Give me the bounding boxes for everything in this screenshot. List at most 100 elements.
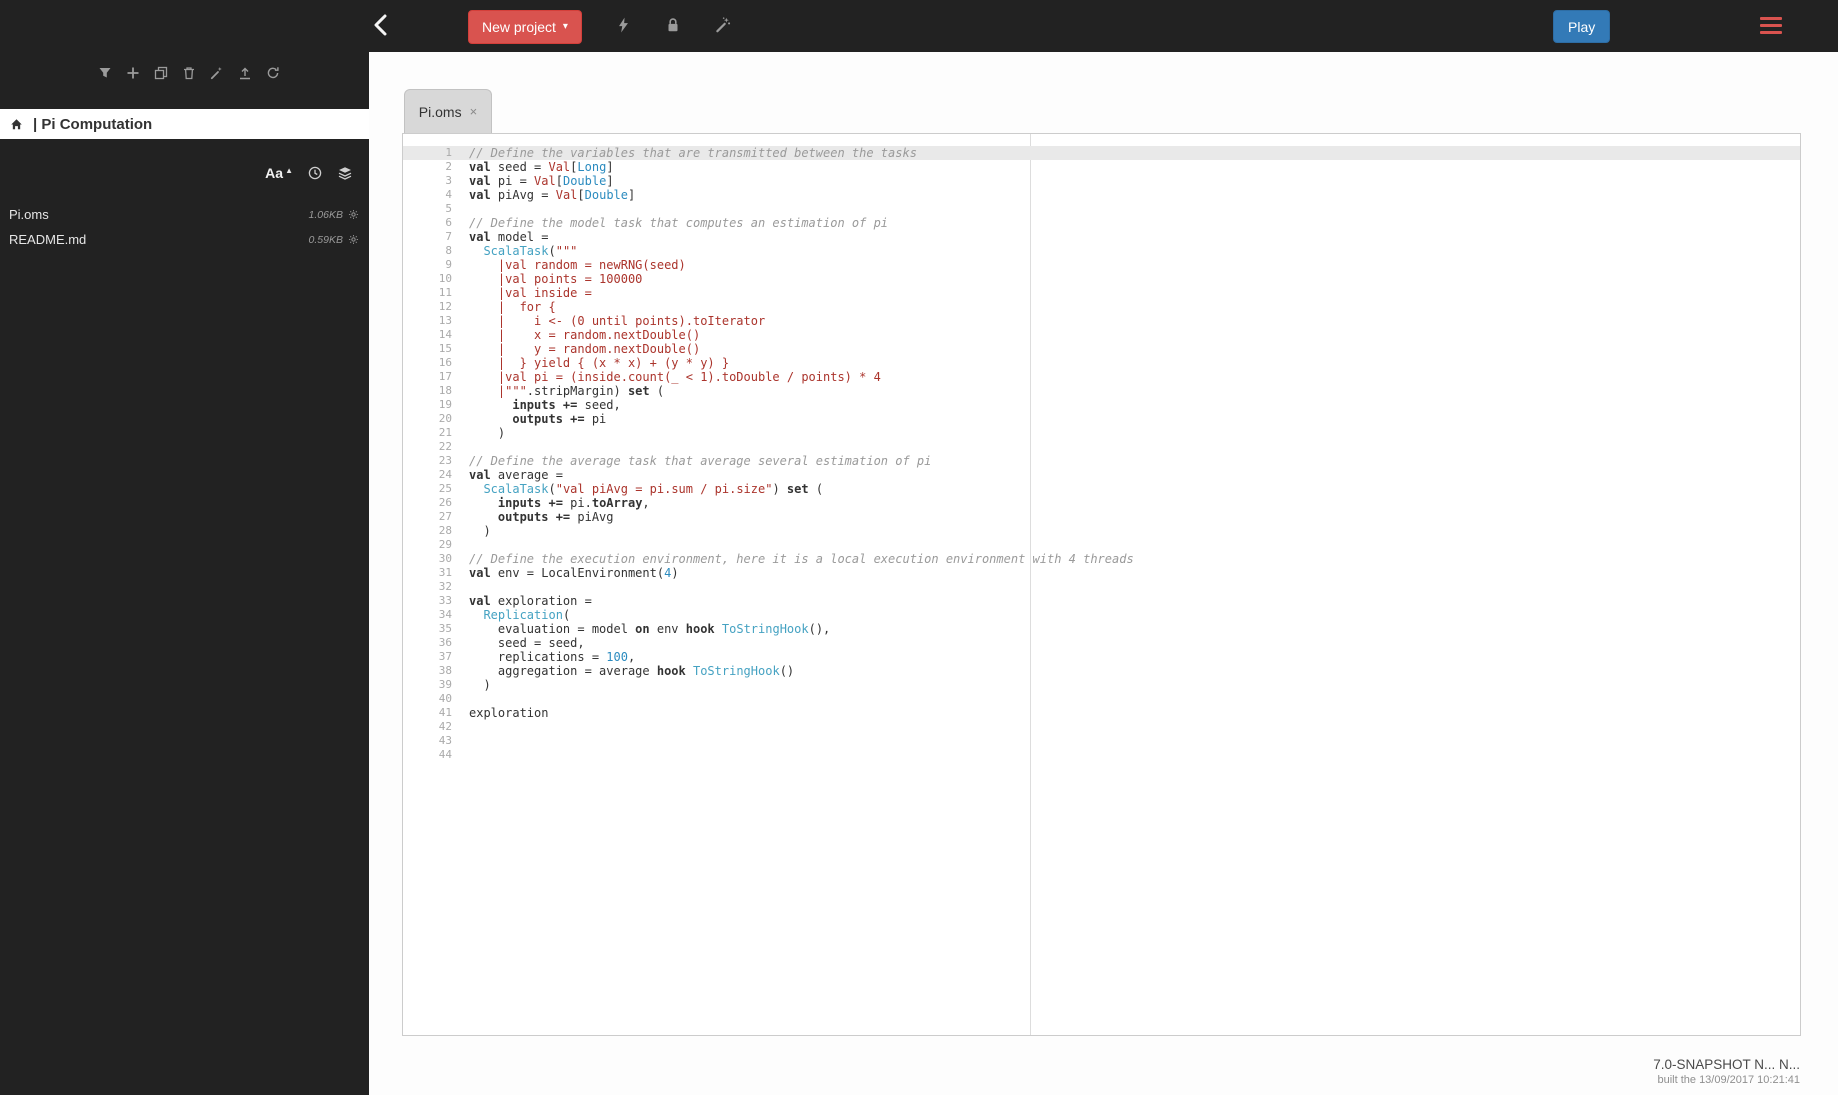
code-line[interactable]: 8 ScalaTask(""" bbox=[403, 244, 1800, 258]
upload-icon[interactable] bbox=[236, 64, 253, 81]
code-line[interactable]: 39 ) bbox=[403, 678, 1800, 692]
play-button[interactable]: Play bbox=[1553, 10, 1611, 43]
line-number: 24 bbox=[438, 468, 452, 481]
code-line[interactable]: 22 bbox=[403, 440, 1800, 454]
code-text: val env = LocalEnvironment(4) bbox=[469, 566, 679, 580]
code-line[interactable]: 5 bbox=[403, 202, 1800, 216]
code-line[interactable]: 4 val piAvg = Val[Double] bbox=[403, 188, 1800, 202]
filter-icon[interactable] bbox=[96, 64, 113, 81]
history-clock-icon[interactable] bbox=[306, 164, 323, 181]
code-line[interactable]: 24 val average = bbox=[403, 468, 1800, 482]
code-editor[interactable]: 1 // Define the variables that are transm… bbox=[403, 134, 1800, 1035]
code-line[interactable]: 35 evaluation = model on env hook ToStri… bbox=[403, 622, 1800, 636]
code-line[interactable]: 34 Replication( bbox=[403, 608, 1800, 622]
file-settings-gear-icon[interactable] bbox=[348, 209, 359, 220]
line-number: 26 bbox=[438, 496, 452, 509]
layers-icon[interactable] bbox=[336, 164, 353, 181]
code-text: |val points = 100000 bbox=[469, 272, 643, 286]
code-line[interactable]: 31 val env = LocalEnvironment(4) bbox=[403, 566, 1800, 580]
code-line[interactable]: 37 replications = 100, bbox=[403, 650, 1800, 664]
code-line[interactable]: 9 |val random = newRNG(seed) bbox=[403, 258, 1800, 272]
code-line[interactable]: 25 ScalaTask("val piAvg = pi.sum / pi.si… bbox=[403, 482, 1800, 496]
code-line[interactable]: 27 outputs += piAvg bbox=[403, 510, 1800, 524]
code-line[interactable]: 41 exploration bbox=[403, 706, 1800, 720]
code-line[interactable]: 44 bbox=[403, 748, 1800, 762]
tab-close-icon[interactable]: × bbox=[470, 104, 478, 119]
code-line[interactable]: 11 |val inside = bbox=[403, 286, 1800, 300]
file-name[interactable]: Pi.oms bbox=[9, 207, 49, 222]
code-text: val average = bbox=[469, 468, 563, 482]
new-project-button[interactable]: New project ▾ bbox=[468, 10, 582, 44]
code-line[interactable]: 42 bbox=[403, 720, 1800, 734]
code-line[interactable]: 38 aggregation = average hook ToStringHo… bbox=[403, 664, 1800, 678]
code-line[interactable]: 36 seed = seed, bbox=[403, 636, 1800, 650]
line-number: 40 bbox=[438, 692, 452, 705]
code-line[interactable]: 29 bbox=[403, 538, 1800, 552]
code-line[interactable]: 2 val seed = Val[Long] bbox=[403, 160, 1800, 174]
code-line[interactable]: 7 val model = bbox=[403, 230, 1800, 244]
code-text: outputs += pi bbox=[512, 412, 607, 426]
run-bolt-icon[interactable] bbox=[612, 14, 634, 36]
code-line[interactable]: 28 ) bbox=[403, 524, 1800, 538]
line-number: 11 bbox=[438, 286, 452, 299]
font-size-control[interactable]: Aa ▲ bbox=[265, 165, 293, 181]
code-line[interactable]: 33 val exploration = bbox=[403, 594, 1800, 608]
code-line[interactable]: 1 // Define the variables that are transm… bbox=[403, 146, 1800, 160]
tab-pi-oms[interactable]: Pi.oms × bbox=[404, 89, 492, 133]
file-settings-gear-icon[interactable] bbox=[348, 234, 359, 245]
code-line[interactable]: 13 | i <- (0 until points).toIterator bbox=[403, 314, 1800, 328]
code-line[interactable]: 3 val pi = Val[Double] bbox=[403, 174, 1800, 188]
line-number: 6 bbox=[445, 216, 452, 229]
trash-icon[interactable] bbox=[180, 64, 197, 81]
plugin-wand-icon[interactable] bbox=[712, 14, 734, 36]
line-number: 14 bbox=[438, 328, 452, 341]
file-row[interactable]: Pi.oms 1.06KB bbox=[0, 202, 369, 227]
line-number: 8 bbox=[445, 244, 452, 257]
file-name[interactable]: README.md bbox=[9, 232, 86, 247]
project-breadcrumb[interactable]: | Pi Computation bbox=[0, 109, 369, 139]
back-icon[interactable] bbox=[370, 12, 396, 40]
line-number: 35 bbox=[438, 622, 452, 635]
code-line[interactable]: 14 | x = random.nextDouble() bbox=[403, 328, 1800, 342]
menu-hamburger-icon[interactable] bbox=[1760, 17, 1782, 34]
code-line[interactable]: 20 outputs += pi bbox=[403, 412, 1800, 426]
code-line[interactable]: 16 | } yield { (x * x) + (y * y) } bbox=[403, 356, 1800, 370]
add-file-icon[interactable] bbox=[124, 64, 141, 81]
code-line[interactable]: 32 bbox=[403, 580, 1800, 594]
file-row[interactable]: README.md 0.59KB bbox=[0, 227, 369, 252]
code-text: val model = bbox=[469, 230, 549, 244]
code-text: inputs += pi.toArray, bbox=[497, 496, 650, 510]
code-line[interactable]: 21 ) bbox=[403, 426, 1800, 440]
code-line[interactable]: 30 // Define the execution environment, h… bbox=[403, 552, 1800, 566]
code-line[interactable]: 40 bbox=[403, 692, 1800, 706]
code-line[interactable]: 19 inputs += seed, bbox=[403, 398, 1800, 412]
code-line[interactable]: 43 bbox=[403, 734, 1800, 748]
home-icon[interactable] bbox=[9, 117, 24, 131]
line-number: 17 bbox=[438, 370, 452, 383]
line-number: 33 bbox=[438, 594, 452, 607]
code-line[interactable]: 18 |""".stripMargin) set ( bbox=[403, 384, 1800, 398]
code-line[interactable]: 6 // Define the model task that computes … bbox=[403, 216, 1800, 230]
refresh-icon[interactable] bbox=[264, 64, 281, 81]
code-line[interactable]: 17 |val pi = (inside.count(_ < 1).toDoub… bbox=[403, 370, 1800, 384]
code-text: |""".stripMargin) set ( bbox=[469, 384, 665, 398]
line-number: 30 bbox=[438, 552, 452, 565]
line-number: 1 bbox=[445, 146, 452, 159]
code-text: seed = seed, bbox=[469, 636, 585, 650]
code-line[interactable]: 26 inputs += pi.toArray, bbox=[403, 496, 1800, 510]
code-line[interactable]: 12 | for { bbox=[403, 300, 1800, 314]
code-line[interactable]: 10 |val points = 100000 bbox=[403, 272, 1800, 286]
font-size-label: Aa bbox=[265, 164, 284, 181]
copy-file-icon[interactable] bbox=[152, 64, 169, 81]
wand-icon[interactable] bbox=[208, 64, 225, 81]
code-text: | y = random.nextDouble() bbox=[469, 342, 701, 356]
code-text: // Define the model task that computes a… bbox=[469, 216, 889, 230]
code-line[interactable]: 23 // Define the average task that averag… bbox=[403, 454, 1800, 468]
code-text: replications = 100, bbox=[469, 650, 636, 664]
lock-icon[interactable] bbox=[662, 14, 684, 36]
code-line[interactable]: 15 | y = random.nextDouble() bbox=[403, 342, 1800, 356]
